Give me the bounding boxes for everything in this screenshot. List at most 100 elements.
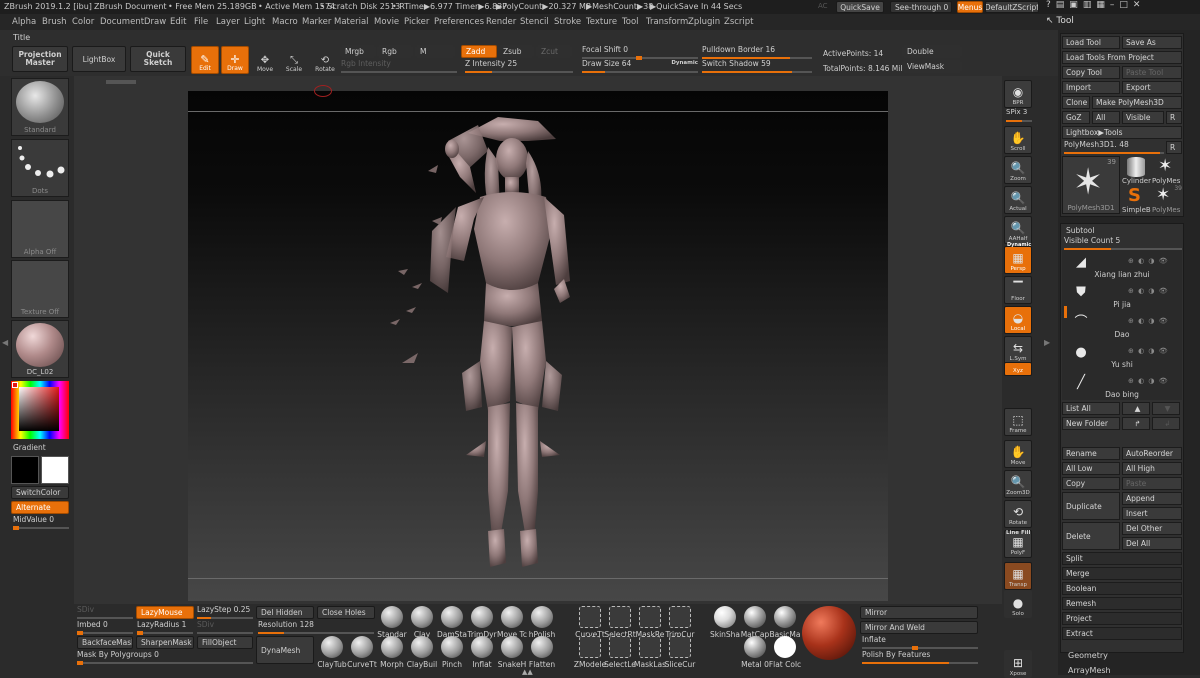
material-matcap[interactable]: MatCap — [738, 606, 772, 639]
shelf-zoom-button[interactable]: 🔍 Zoom — [1004, 156, 1032, 184]
dynamic-toggle[interactable]: Dynamic — [671, 60, 698, 66]
save-as-button[interactable]: Save As — [1122, 36, 1182, 49]
list-all-button[interactable]: List All — [1062, 402, 1120, 415]
menu-marker[interactable]: Marker — [302, 17, 331, 27]
lightbox-tools-button[interactable]: Lightbox▶Tools — [1062, 126, 1182, 139]
mirror-button[interactable]: Mirror — [860, 606, 978, 619]
section-project[interactable]: Project — [1062, 612, 1182, 625]
curve-slicecur[interactable]: SliceCur — [663, 636, 697, 669]
sdiv-slider[interactable]: SDiv — [77, 605, 133, 619]
menu-render[interactable]: Render — [486, 17, 516, 27]
polymesh-b-tool-thumbnail[interactable]: ✶ 39 PolyMes — [1152, 185, 1182, 214]
layout4-icon[interactable]: ▦ — [1096, 0, 1110, 10]
brush-curvett[interactable]: CurveTt — [345, 636, 379, 669]
shelf-xpose-button[interactable]: ⊞ Xpose — [1004, 650, 1032, 678]
menu-alpha[interactable]: Alpha — [12, 17, 36, 27]
shelf-zoom3d-button[interactable]: 🔍 Zoom3D — [1004, 470, 1032, 498]
edit-button[interactable]: ✎ Edit — [191, 46, 219, 74]
sharpen-mask-button[interactable]: SharpenMask — [136, 636, 194, 649]
resolution-slider[interactable]: Resolution 128 — [258, 620, 374, 634]
clone-button[interactable]: Clone — [1062, 96, 1090, 109]
brush-claytub[interactable]: ClayTub — [315, 636, 349, 669]
subtool-controls[interactable]: ⊕ ◐ ◑ 👁 — [1128, 347, 1169, 355]
menu-color[interactable]: Color — [72, 17, 94, 27]
see-through-slider[interactable]: See-through 0 — [890, 1, 952, 13]
layout2-icon[interactable]: ▣ — [1069, 0, 1083, 10]
pulldown-border-slider[interactable]: Pulldown Border 16 — [702, 45, 812, 59]
material-flat-colc[interactable]: Flat Colc — [768, 636, 802, 669]
switch-shadow-slider[interactable]: Switch Shadow 59 — [702, 59, 812, 73]
move-up-button[interactable]: ▲ — [1122, 402, 1150, 415]
menu-zscript[interactable]: Zscript — [724, 17, 754, 27]
stroke-selector[interactable]: Dots — [11, 139, 69, 197]
focal-shift-slider[interactable]: Focal Shift 0 — [582, 45, 698, 60]
alpha-selector[interactable]: Alpha Off — [11, 200, 69, 258]
fillobject-button[interactable]: FillObject — [197, 636, 253, 649]
polish-by-features-slider[interactable]: Polish By Features — [862, 650, 978, 664]
shelf-actual-button[interactable]: 🔍 Actual — [1004, 186, 1032, 214]
menu-zplugin[interactable]: Zplugin — [688, 17, 720, 27]
close-icon[interactable]: ✕ — [1133, 0, 1146, 10]
window-controls[interactable]: ?▤▣▥▦–□✕ — [1046, 0, 1200, 14]
shelf-l-sym-button[interactable]: ⇆ L.Sym — [1004, 336, 1032, 364]
menus-button[interactable]: Menus — [957, 1, 983, 13]
zsub-button[interactable]: Zsub — [498, 45, 534, 58]
curve-curvett[interactable]: CurveTt — [573, 606, 607, 639]
append-button[interactable]: Append — [1122, 492, 1182, 505]
current-tool-thumbnail[interactable]: ✶ 39 PolyMesh3D1 — [1062, 156, 1120, 214]
brush-standar[interactable]: Standar — [375, 606, 409, 639]
color-picker[interactable] — [11, 381, 69, 439]
material-skinsha[interactable]: SkinSha — [708, 606, 742, 639]
default-zscript-button[interactable]: DefaultZScript — [985, 1, 1039, 13]
goz-button[interactable]: GoZ — [1062, 111, 1090, 124]
menu-picker[interactable]: Picker — [404, 17, 429, 27]
maximize-icon[interactable]: □ — [1119, 0, 1133, 10]
new-folder-button[interactable]: New Folder — [1062, 417, 1120, 430]
curve-selectle[interactable]: SelectLe — [603, 636, 637, 669]
canvas-scrollbar[interactable] — [106, 80, 136, 84]
shelf-xyz-button[interactable]: Xyz — [1004, 362, 1032, 376]
mirror-and-weld-button[interactable]: Mirror And Weld — [860, 621, 978, 634]
menu-layer[interactable]: Layer — [216, 17, 240, 27]
rename-button[interactable]: Rename — [1062, 447, 1120, 460]
brush-selector[interactable]: Standard — [11, 78, 69, 136]
menu-stroke[interactable]: Stroke — [554, 17, 581, 27]
visible-button[interactable]: Visible — [1122, 111, 1164, 124]
m-button[interactable]: M — [415, 45, 455, 58]
lightbox-button[interactable]: LightBox — [72, 46, 126, 72]
load-tools-from-project-button[interactable]: Load Tools From Project — [1062, 51, 1182, 64]
menu-transform[interactable]: Transform — [646, 17, 688, 27]
minimize-icon[interactable]: – — [1110, 0, 1120, 10]
shelf-frame-button[interactable]: ⬚ Frame — [1004, 408, 1032, 436]
subtool-item[interactable]: ⛊ ⊕ ◐ ◑ 👁 Pi jia — [1062, 282, 1182, 312]
sdiv2-slider[interactable]: SDiv — [197, 620, 253, 634]
menu-stencil[interactable]: Stencil — [520, 17, 549, 27]
shelf-scroll-button[interactable]: ✋ Scroll — [1004, 126, 1032, 154]
menu-texture[interactable]: Texture — [586, 17, 617, 27]
shelf-local-button[interactable]: ◒ Local — [1004, 306, 1032, 334]
make-polymesh-button[interactable]: Make PolyMesh3D — [1092, 96, 1182, 109]
shelf-bpr-button[interactable]: ◉ BPR — [1004, 80, 1032, 108]
move-button[interactable]: ✥ Move — [252, 46, 278, 74]
zcut-button[interactable]: Zcut — [536, 45, 572, 58]
curve-selectrt[interactable]: SelectRt — [603, 606, 637, 639]
delete-button[interactable]: Delete — [1062, 522, 1120, 550]
brush-morph[interactable]: Morph — [375, 636, 409, 669]
material-selector[interactable]: DC_L02 — [11, 320, 69, 378]
mid-value-slider[interactable]: MidValue 0 — [13, 515, 69, 530]
brush-clay[interactable]: Clay — [405, 606, 439, 639]
left-collapse-icon[interactable]: ◀ — [2, 338, 8, 347]
color-square[interactable] — [19, 387, 59, 431]
inflate-slider[interactable]: Inflate — [862, 635, 978, 650]
draw-button[interactable]: ✛ Draw — [221, 46, 249, 74]
menu-tool[interactable]: Tool — [622, 17, 639, 27]
material-basicma[interactable]: BasicMa — [768, 606, 802, 639]
curve-maskre[interactable]: MaskRe — [633, 606, 667, 639]
main-color-swatch[interactable] — [11, 456, 39, 484]
del-hidden-button[interactable]: Del Hidden — [256, 606, 314, 619]
active-material-sphere[interactable] — [802, 606, 856, 660]
draw-size-slider[interactable]: Draw Size 64 Dynamic — [582, 59, 698, 73]
close-holes-button[interactable]: Close Holes — [317, 606, 375, 619]
help-icon[interactable]: ? — [1046, 0, 1056, 10]
secondary-color-swatch[interactable] — [41, 456, 69, 484]
